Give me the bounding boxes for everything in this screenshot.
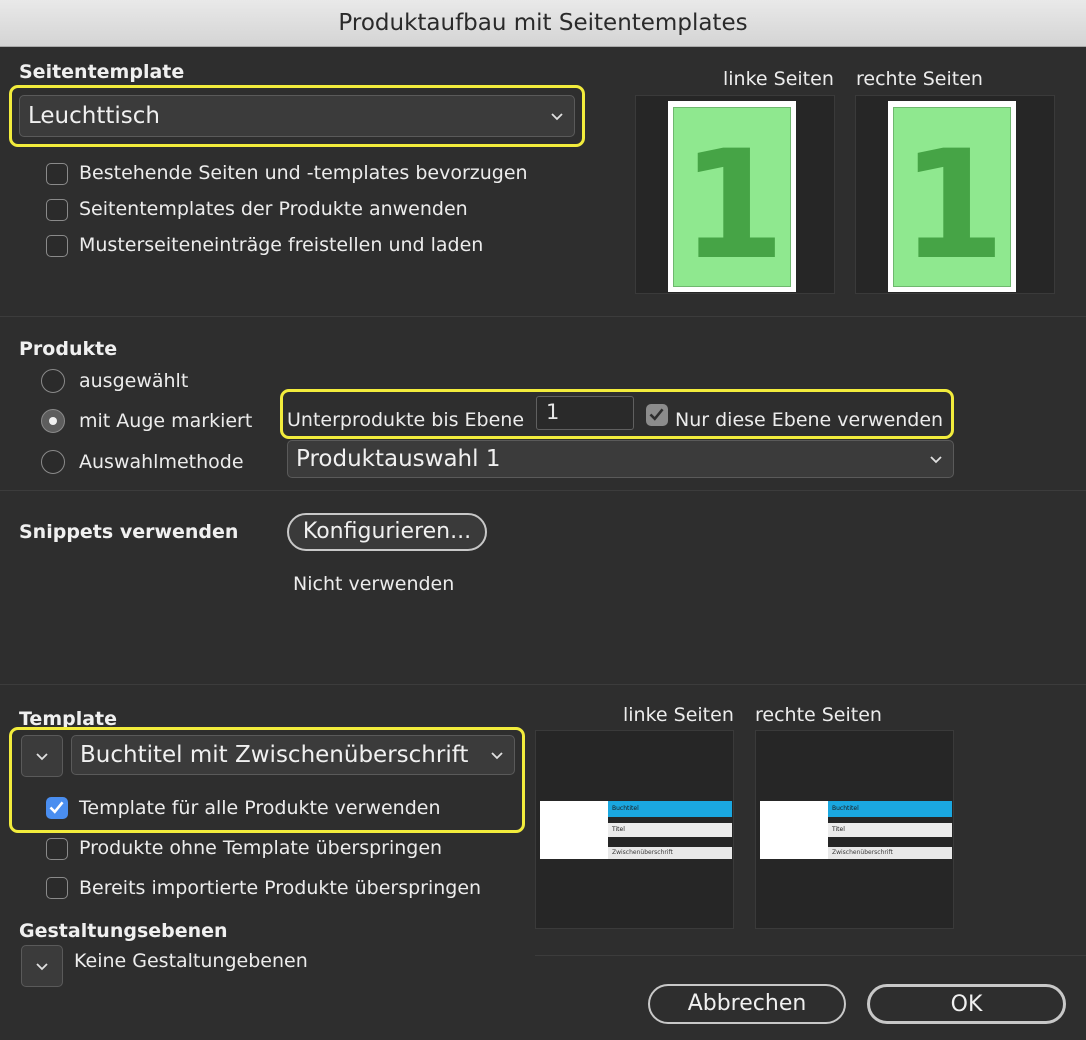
skip-imported-checkbox[interactable]: [46, 877, 68, 899]
prefer-existing-label: Bestehende Seiten und -templates bevorzu…: [79, 162, 528, 184]
only-this-level-checkbox[interactable]: [646, 404, 668, 426]
checkmark-icon: [649, 408, 664, 421]
page-number-one: 1: [900, 119, 1006, 293]
template-preview-left-label: linke Seiten: [623, 704, 734, 726]
master-page-entries-checkbox[interactable]: [46, 235, 68, 257]
master-page-entries-label: Musterseiteneinträge freistellen und lad…: [79, 234, 484, 256]
snippets-status: Nicht verwenden: [293, 573, 455, 595]
preview-left-label: linke Seiten: [723, 68, 834, 90]
only-this-level-label: Nur diese Ebene verwenden: [675, 409, 944, 431]
chevron-down-icon: [551, 113, 563, 121]
skip-without-template-label: Produkte ohne Template überspringen: [79, 837, 443, 859]
apply-product-templates-checkbox[interactable]: [46, 199, 68, 221]
template-preview-right-label: rechte Seiten: [755, 704, 882, 726]
radio-mit-auge-markiert[interactable]: [41, 409, 65, 433]
footer-divider: [535, 955, 1086, 956]
green-page: 1: [673, 107, 791, 287]
window-title: Produktaufbau mit Seitentemplates: [0, 0, 1086, 47]
chevron-down-icon: [36, 963, 48, 971]
template-menu-button[interactable]: [21, 735, 63, 777]
radio-ausgewaehlt[interactable]: [41, 369, 65, 393]
radio-ausgewaehlt-label: ausgewählt: [79, 370, 189, 392]
chevron-down-icon: [930, 456, 942, 464]
right-page-preview: 1: [855, 95, 1055, 294]
preview-right-label: rechte Seiten: [856, 68, 983, 90]
skip-without-template-checkbox[interactable]: [46, 838, 68, 860]
gestaltungsebenen-value: Keine Gestaltungebenen: [74, 950, 308, 972]
chevron-down-icon: [491, 752, 503, 760]
template-right-preview: Buchtitel Titel Zwischenüberschrift: [755, 730, 954, 929]
sublevel-input[interactable]: 1: [536, 396, 634, 430]
template-row-title: Buchtitel: [828, 801, 952, 817]
template-select-value: Buchtitel mit Zwischenüberschrift: [80, 742, 469, 768]
seitentemplate-label: Seitentemplate: [19, 61, 185, 83]
section-divider: [0, 316, 1086, 317]
cancel-button[interactable]: Abbrechen: [648, 984, 846, 1024]
produkte-label: Produkte: [19, 338, 118, 360]
template-left-preview: Buchtitel Titel Zwischenüberschrift: [535, 730, 734, 929]
gestaltungsebenen-label: Gestaltungsebenen: [19, 920, 228, 942]
seitentemplate-select[interactable]: Leuchttisch: [19, 95, 575, 137]
template-select[interactable]: Buchtitel mit Zwischenüberschrift: [71, 735, 515, 775]
checkmark-icon: [49, 801, 64, 814]
radio-auswahlmethode[interactable]: [41, 450, 65, 474]
use-template-for-all-checkbox[interactable]: [46, 797, 68, 819]
use-template-for-all-label: Template für alle Produkte verwenden: [79, 797, 441, 819]
template-row-heading: Zwischenüberschrift: [828, 847, 952, 859]
selection-method-value: Produktauswahl 1: [296, 446, 501, 472]
prefer-existing-checkbox[interactable]: [46, 163, 68, 185]
apply-product-templates-label: Seitentemplates der Produkte anwenden: [79, 198, 468, 220]
template-row-subtitle: Titel: [608, 823, 732, 837]
sublevel-label: Unterprodukte bis Ebene: [287, 409, 525, 431]
section-divider: [0, 490, 1086, 491]
chevron-down-icon: [36, 753, 48, 761]
green-page: 1: [893, 107, 1011, 287]
snippets-label: Snippets verwenden: [19, 521, 239, 543]
left-page-preview: 1: [635, 95, 835, 294]
radio-auswahlmethode-label: Auswahlmethode: [79, 451, 244, 473]
skip-imported-label: Bereits importierte Produkte überspringe…: [79, 877, 482, 899]
page-number-one: 1: [680, 119, 786, 293]
template-row-title: Buchtitel: [608, 801, 732, 817]
template-row-subtitle: Titel: [828, 823, 952, 837]
gestaltungsebenen-menu-button[interactable]: [21, 945, 63, 987]
selection-method-select[interactable]: Produktauswahl 1: [287, 440, 954, 478]
seitentemplate-select-value: Leuchttisch: [28, 103, 160, 129]
template-row-heading: Zwischenüberschrift: [608, 847, 732, 859]
radio-mit-auge-markiert-label: mit Auge markiert: [79, 410, 253, 432]
ok-button[interactable]: OK: [867, 984, 1066, 1024]
configure-button[interactable]: Konfigurieren...: [287, 513, 487, 551]
section-divider: [0, 684, 1086, 685]
